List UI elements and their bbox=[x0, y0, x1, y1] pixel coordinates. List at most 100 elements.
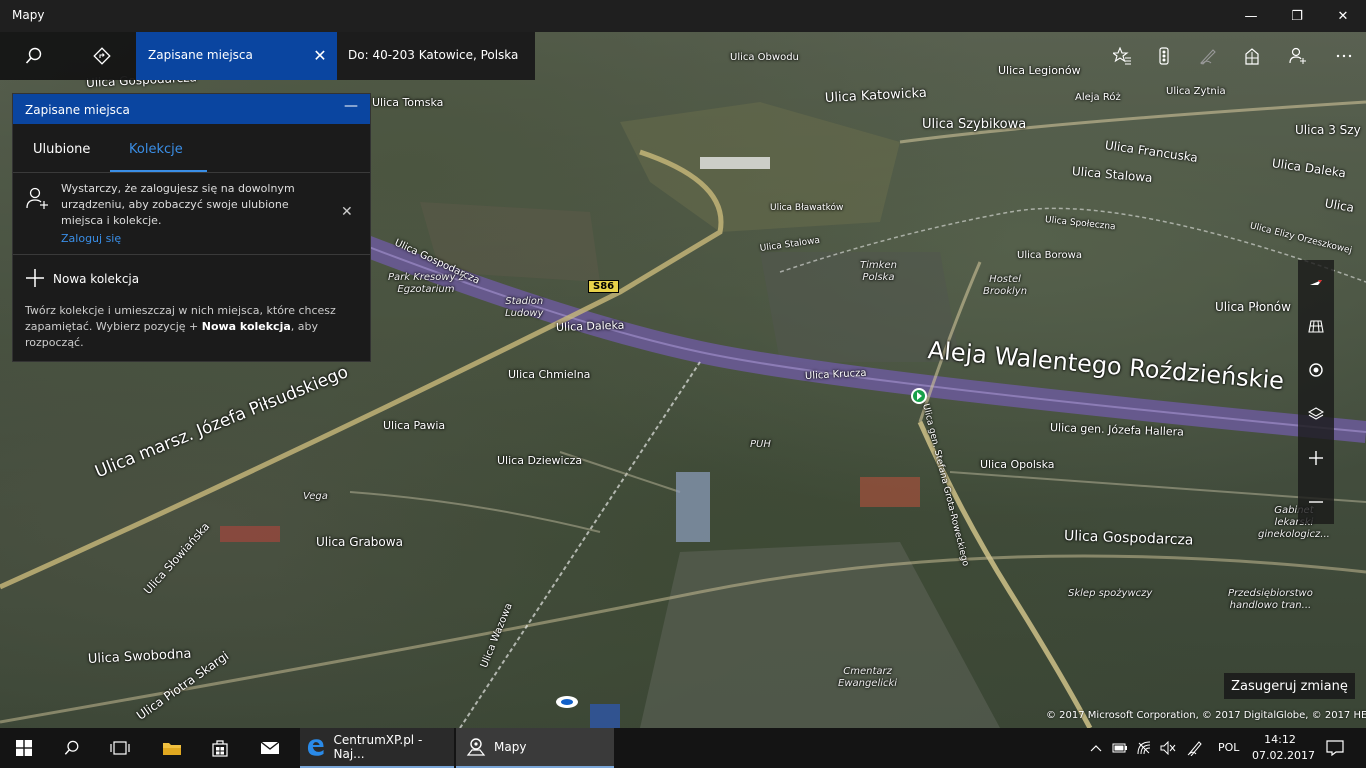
compass-icon bbox=[1310, 280, 1322, 285]
close-tab-button[interactable]: ✕ bbox=[309, 44, 331, 66]
clock-date: 07.02.2017 bbox=[1252, 749, 1315, 762]
plus-icon bbox=[26, 269, 44, 287]
new-collection-button[interactable]: Nowa kolekcja bbox=[53, 272, 139, 286]
store-bag-icon bbox=[212, 740, 228, 757]
directions-button[interactable] bbox=[68, 32, 136, 80]
zoom-in-button[interactable] bbox=[1298, 436, 1334, 480]
map-views-button[interactable] bbox=[1298, 392, 1334, 436]
poi-label[interactable]: Park Kresowy z Egzotarium bbox=[388, 272, 464, 296]
show-hidden-icons-button[interactable] bbox=[1086, 728, 1106, 768]
dismiss-signin-button[interactable]: ✕ bbox=[341, 204, 353, 220]
tilt-button[interactable] bbox=[1298, 304, 1334, 348]
volume-button[interactable] bbox=[1158, 728, 1178, 768]
layers-icon bbox=[1308, 407, 1324, 420]
taskbar-edge[interactable]: CentrumXP.pl - Naj... bbox=[300, 728, 454, 768]
search-icon bbox=[64, 740, 79, 755]
network-button[interactable] bbox=[1134, 728, 1154, 768]
3d-cities-button[interactable] bbox=[1230, 34, 1274, 78]
pen-workspace-button[interactable] bbox=[1184, 728, 1206, 768]
street-label: Ulica 3 Szy bbox=[1295, 123, 1361, 137]
more-icon bbox=[1336, 54, 1352, 58]
poi-label[interactable]: Vega bbox=[303, 491, 328, 503]
poi-label[interactable]: Stadion Ludowy bbox=[505, 296, 543, 320]
traffic-button[interactable] bbox=[1142, 34, 1186, 78]
minimize-icon: — bbox=[1244, 8, 1258, 24]
street-label: Ulica Bławatków bbox=[770, 203, 844, 213]
maximize-button[interactable]: ❐ bbox=[1274, 0, 1320, 32]
signin-link[interactable]: Zaloguj się bbox=[61, 232, 121, 245]
battery-button[interactable] bbox=[1110, 728, 1130, 768]
clock[interactable]: 14:12 07.02.2017 bbox=[1252, 732, 1315, 764]
ink-button[interactable] bbox=[1186, 34, 1230, 78]
poi-label[interactable]: Sklep spożywczy bbox=[1068, 588, 1152, 600]
panel-header: Zapisane miejsca — bbox=[13, 94, 370, 124]
poi-label[interactable]: PUH bbox=[750, 439, 771, 451]
plus-icon: + bbox=[189, 320, 199, 333]
tab-directions[interactable]: Do: 40-203 Katowice, Polska bbox=[337, 32, 535, 80]
folder-icon bbox=[163, 743, 181, 755]
favorites-button[interactable] bbox=[1100, 34, 1144, 78]
action-center-button[interactable] bbox=[1320, 728, 1350, 768]
divider bbox=[13, 254, 370, 255]
compass-button[interactable] bbox=[1298, 260, 1334, 304]
street-label: Ulica Grabowa bbox=[316, 535, 403, 549]
signin-message: Wystarczy, że zalogujesz się na dowolnym… bbox=[61, 182, 295, 227]
taskbar-maps-label: Mapy bbox=[494, 740, 527, 754]
zoom-out-icon bbox=[1309, 501, 1323, 503]
street-label: Ulica Obwodu bbox=[730, 52, 799, 63]
taskbar-maps[interactable]: Mapy bbox=[456, 728, 614, 768]
account-button[interactable] bbox=[1276, 34, 1320, 78]
buildings-icon bbox=[1245, 48, 1259, 65]
input-language[interactable]: POL bbox=[1218, 741, 1239, 754]
maximize-icon: ❐ bbox=[1291, 8, 1303, 24]
minimize-button[interactable]: — bbox=[1228, 0, 1274, 32]
traffic-light-icon bbox=[1159, 47, 1169, 65]
new-collection-help: Twórz kolekcje i umieszczaj w nich miejs… bbox=[25, 304, 336, 349]
tab-collections[interactable]: Kolekcje bbox=[129, 142, 183, 157]
divider bbox=[13, 172, 370, 173]
zoom-out-button[interactable] bbox=[1298, 480, 1334, 524]
store-button[interactable] bbox=[196, 728, 244, 768]
street-label: Ulica Pawia bbox=[383, 419, 446, 432]
street-label: Ulica Daleka bbox=[555, 318, 625, 334]
map-copyright: © 2017 Microsoft Corporation, © 2017 Dig… bbox=[1046, 710, 1366, 721]
taskbar-search-button[interactable] bbox=[48, 728, 96, 768]
street-label: Ulica Borowa bbox=[1017, 250, 1082, 261]
start-button[interactable] bbox=[0, 728, 48, 768]
poi-label[interactable]: Hostel Brooklyn bbox=[983, 274, 1027, 298]
close-window-button[interactable]: ✕ bbox=[1320, 0, 1366, 32]
map-controls bbox=[1298, 260, 1334, 524]
person-add-icon bbox=[26, 187, 48, 209]
suggest-change-button[interactable]: Zasugeruj zmianę bbox=[1224, 673, 1355, 699]
minimize-panel-button[interactable]: — bbox=[344, 98, 360, 114]
close-icon: ✕ bbox=[1337, 8, 1349, 24]
poi-label[interactable]: Timken Polska bbox=[860, 260, 897, 284]
grid-tilt-icon bbox=[1308, 320, 1324, 333]
close-icon: ✕ bbox=[313, 45, 327, 65]
mail-button[interactable] bbox=[246, 728, 294, 768]
location-icon bbox=[1309, 363, 1323, 377]
clock-time: 14:12 bbox=[1264, 733, 1296, 746]
street-label: Ulica Legionów bbox=[998, 64, 1081, 77]
volume-muted-icon bbox=[1160, 741, 1176, 755]
task-view-button[interactable] bbox=[96, 728, 144, 768]
edge-icon bbox=[307, 739, 324, 756]
zoom-in-icon bbox=[1309, 451, 1323, 465]
tab-favorites[interactable]: Ulubione bbox=[33, 142, 90, 157]
poi-label[interactable]: Przedsiębiorstwo handlowo tran... bbox=[1228, 588, 1313, 612]
tab-saved-places-label: Zapisane miejsca bbox=[148, 48, 253, 62]
chevron-up-icon bbox=[1090, 745, 1102, 752]
app-title: Mapy bbox=[12, 8, 45, 22]
tab-saved-places[interactable]: Zapisane miejsca ✕ bbox=[136, 32, 337, 80]
file-explorer-button[interactable] bbox=[148, 728, 196, 768]
my-location-button[interactable] bbox=[1298, 348, 1334, 392]
road-number-badge: S86 bbox=[588, 280, 620, 293]
poi-label[interactable]: Cmentarz Ewangelicki bbox=[838, 666, 897, 690]
taskbar: CentrumXP.pl - Naj... Mapy POL 14:12 07.… bbox=[0, 728, 1366, 768]
more-button[interactable] bbox=[1322, 34, 1366, 78]
tab-directions-label: Do: 40-203 Katowice, Polska bbox=[348, 48, 519, 62]
search-button[interactable] bbox=[0, 32, 68, 80]
street-label: Ulica Tomska bbox=[372, 96, 444, 109]
street-label: Ulica Opolska bbox=[980, 458, 1055, 471]
battery-icon bbox=[1112, 743, 1127, 753]
